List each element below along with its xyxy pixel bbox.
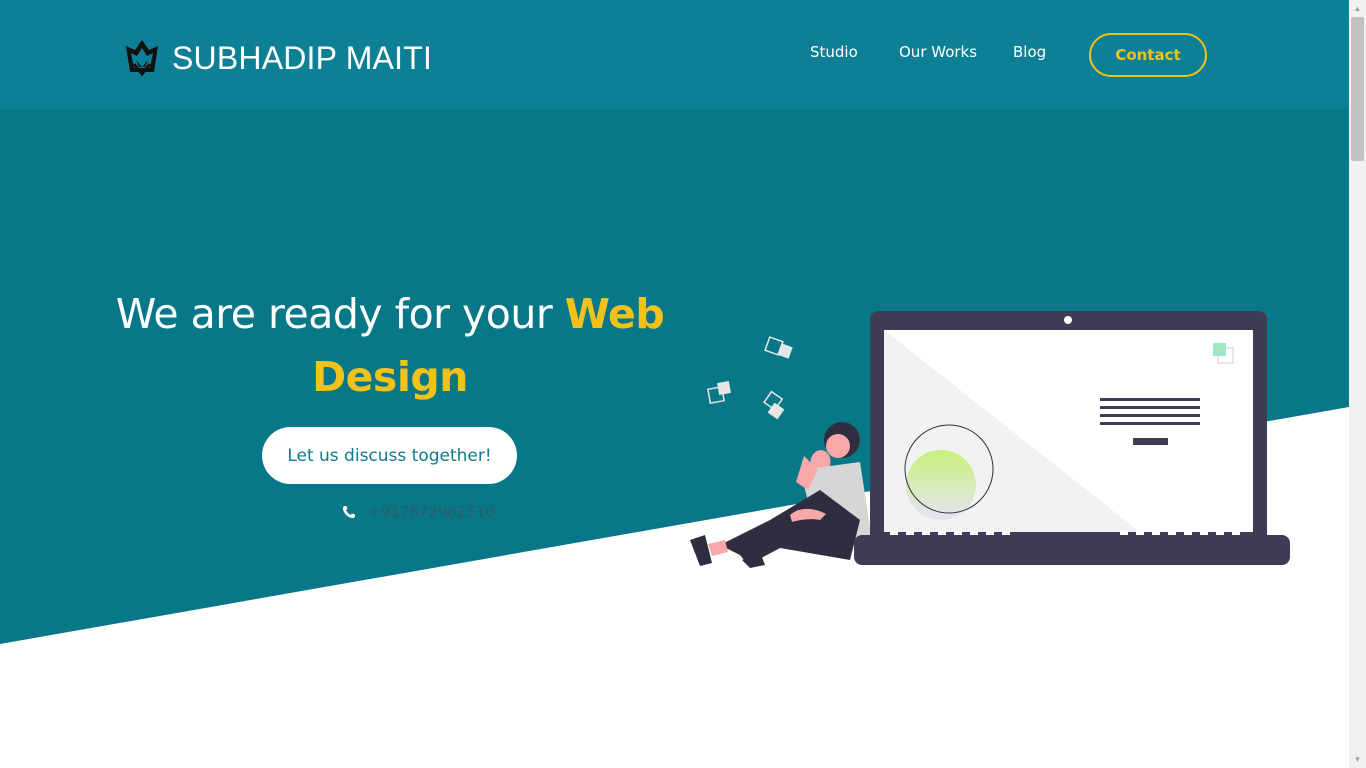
headline-accent-web: Web [564,290,665,338]
hero-headline: We are ready for your Web Design [110,283,670,409]
person-with-laptop-illustration [690,311,1290,568]
scroll-up-arrow-icon[interactable]: ▲ [1349,0,1366,17]
navbar: SUBHADIP MAITI Studio Our Works Blog Con… [0,0,1349,109]
floating-squares [707,336,793,420]
headline-text: We are ready for your [115,290,565,338]
phone-number: +917872962510 [368,503,496,521]
person-figure [690,422,872,568]
nav-item-our-works[interactable]: Our Works [899,43,977,61]
laptop [854,311,1290,565]
nav-item-studio[interactable]: Studio [810,43,858,61]
discuss-together-button[interactable]: Let us discuss together! [262,427,517,484]
phone-icon [343,506,355,518]
phone-contact[interactable]: +917872962510 [342,503,495,521]
scroll-down-arrow-icon[interactable]: ▼ [1349,751,1366,768]
contact-button[interactable]: Contact [1089,33,1207,77]
nav-item-blog[interactable]: Blog [1013,43,1046,61]
scrollbar-thumb[interactable] [1351,17,1364,161]
headline-accent-design: Design [312,353,468,401]
